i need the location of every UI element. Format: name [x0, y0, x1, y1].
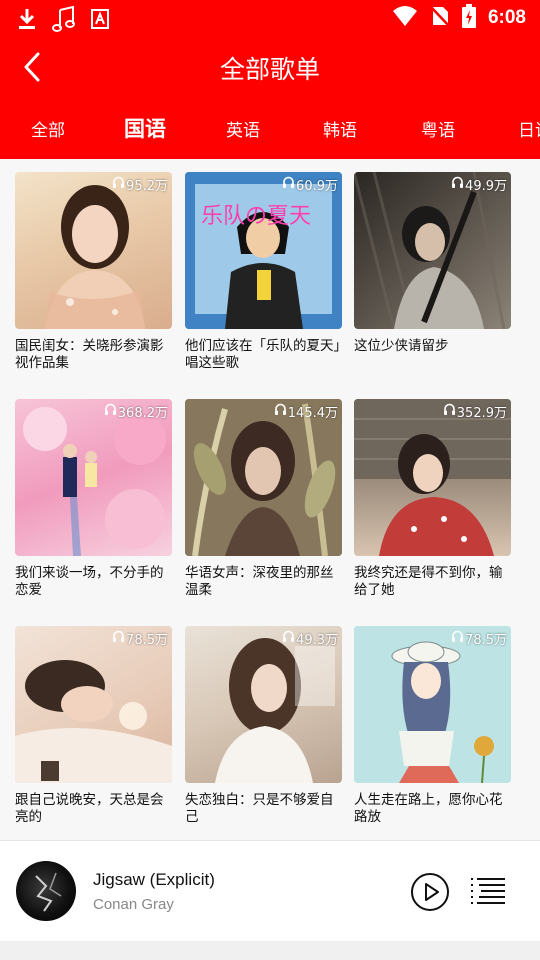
cover-text: 乐队の夏天 [201, 204, 312, 229]
wifi-icon [392, 5, 418, 31]
headphones-icon [112, 630, 125, 647]
playlist-title: 我们来谈一场，不分手的恋爱 [15, 565, 164, 598]
album-art-image [35, 872, 62, 912]
play-circle-icon [410, 873, 450, 916]
play-count: 60.9万 [282, 175, 338, 194]
album-art[interactable] [16, 861, 76, 921]
playlist-title: 国民闺女：关晓彤参演影视作品集 [15, 338, 164, 371]
tab-japanese[interactable]: 日语 [518, 116, 540, 141]
cover-art [15, 660, 172, 783]
playlist-card[interactable]: 乐队の夏天 60.9万 他们应该在「乐队的夏天」唱这些歌 [185, 172, 342, 372]
play-count: 145.4万 [274, 402, 338, 421]
headphones-icon [443, 403, 456, 420]
playlist-button[interactable] [470, 875, 506, 909]
playlist-cover: 95.2万 [15, 172, 172, 329]
no-sim-icon [430, 5, 450, 31]
headphones-icon [451, 176, 464, 193]
playlist-cover: 78.5万 [15, 626, 172, 783]
download-icon [16, 7, 38, 35]
playlist-title: 他们应该在「乐队的夏天」唱这些歌 [185, 338, 341, 371]
play-count: 352.9万 [443, 402, 507, 421]
playlist-cover: 145.4万 [185, 399, 342, 556]
headphones-icon [282, 630, 295, 647]
playlist-icon [470, 878, 506, 913]
playlist-cover: 352.9万 [354, 399, 511, 556]
playlist-title: 跟自己说晚安，天总是会亮的 [15, 792, 164, 825]
playlist-grid: 95.2万 国民闺女：关晓彤参演影视作品集 乐队の夏天 60.9万 他们应该在「… [0, 159, 540, 840]
headphones-icon [112, 176, 125, 193]
headphones-icon [282, 176, 295, 193]
song-artist: Conan Gray [93, 896, 174, 913]
playlist-card[interactable]: 352.9万 我终究还是得不到你，输给了她 [354, 399, 511, 599]
cover-art [354, 626, 511, 783]
tab-english[interactable]: 英语 [226, 116, 260, 141]
cover-art [354, 172, 506, 329]
status-bar: 6:08 [0, 0, 540, 36]
play-count: 78.5万 [451, 629, 507, 648]
headphones-icon [274, 403, 287, 420]
playlist-cover: 49.3万 [185, 626, 342, 783]
page-title: 全部歌单 [219, 55, 320, 84]
playlist-cover: 368.2万 [15, 399, 172, 556]
cover-art [185, 399, 342, 556]
song-title: Jigsaw (Explicit) [93, 870, 215, 889]
tab-mandarin[interactable]: 国语 [124, 113, 166, 143]
playlist-title: 华语女声：深夜里的那丝温柔 [185, 565, 334, 598]
headphones-icon [451, 630, 464, 647]
status-time: 6:08 [487, 7, 526, 28]
tab-korean[interactable]: 韩语 [323, 116, 357, 141]
battery-charging-icon [461, 4, 476, 32]
play-count: 49.3万 [282, 629, 338, 648]
cover-art [185, 172, 342, 329]
play-count: 78.5万 [112, 629, 168, 648]
cover-art [23, 407, 166, 556]
playlist-card[interactable]: 95.2万 国民闺女：关晓彤参演影视作品集 [15, 172, 172, 372]
playlist-card[interactable]: 78.5万 人生走在路上，愿你心花路放 [354, 626, 511, 826]
playlist-card[interactable]: 368.2万 我们来谈一场，不分手的恋爱 [15, 399, 172, 599]
playlist-title: 我终究还是得不到你，输给了她 [354, 565, 503, 598]
cover-art [354, 399, 511, 556]
playlist-cover: 乐队の夏天 60.9万 [185, 172, 342, 329]
playlist-card[interactable]: 49.9万 这位少侠请留步 [354, 172, 511, 355]
app-badge-icon [90, 8, 110, 34]
playlist-cover: 49.9万 [354, 172, 511, 329]
tab-cantonese[interactable]: 粤语 [421, 116, 455, 141]
headphones-icon [104, 403, 117, 420]
cover-art [215, 638, 335, 783]
tab-all[interactable]: 全部 [31, 116, 65, 141]
header: 全部歌单 [0, 36, 540, 102]
play-count: 49.9万 [451, 175, 507, 194]
playlist-card[interactable]: 49.3万 失恋独白：只是不够爱自己 [185, 626, 342, 826]
play-count: 368.2万 [104, 402, 168, 421]
bottom-strip [0, 941, 540, 960]
language-tabs: 全部 国语 英语 韩语 粤语 日语 [0, 102, 540, 159]
playlist-title: 人生走在路上，愿你心花路放 [354, 792, 503, 825]
play-button[interactable] [410, 872, 450, 912]
playlist-card[interactable]: 145.4万 华语女声：深夜里的那丝温柔 [185, 399, 342, 599]
play-count: 95.2万 [112, 175, 168, 194]
playlist-cover: 78.5万 [354, 626, 511, 783]
playlist-title: 失恋独白：只是不够爱自己 [185, 792, 334, 825]
playlist-card[interactable]: 78.5万 跟自己说晚安，天总是会亮的 [15, 626, 172, 826]
mini-player[interactable]: Jigsaw (Explicit) Conan Gray [0, 840, 540, 941]
music-note-icon [52, 5, 76, 36]
cover-art [45, 185, 145, 329]
playlist-title: 这位少侠请留步 [354, 338, 449, 354]
